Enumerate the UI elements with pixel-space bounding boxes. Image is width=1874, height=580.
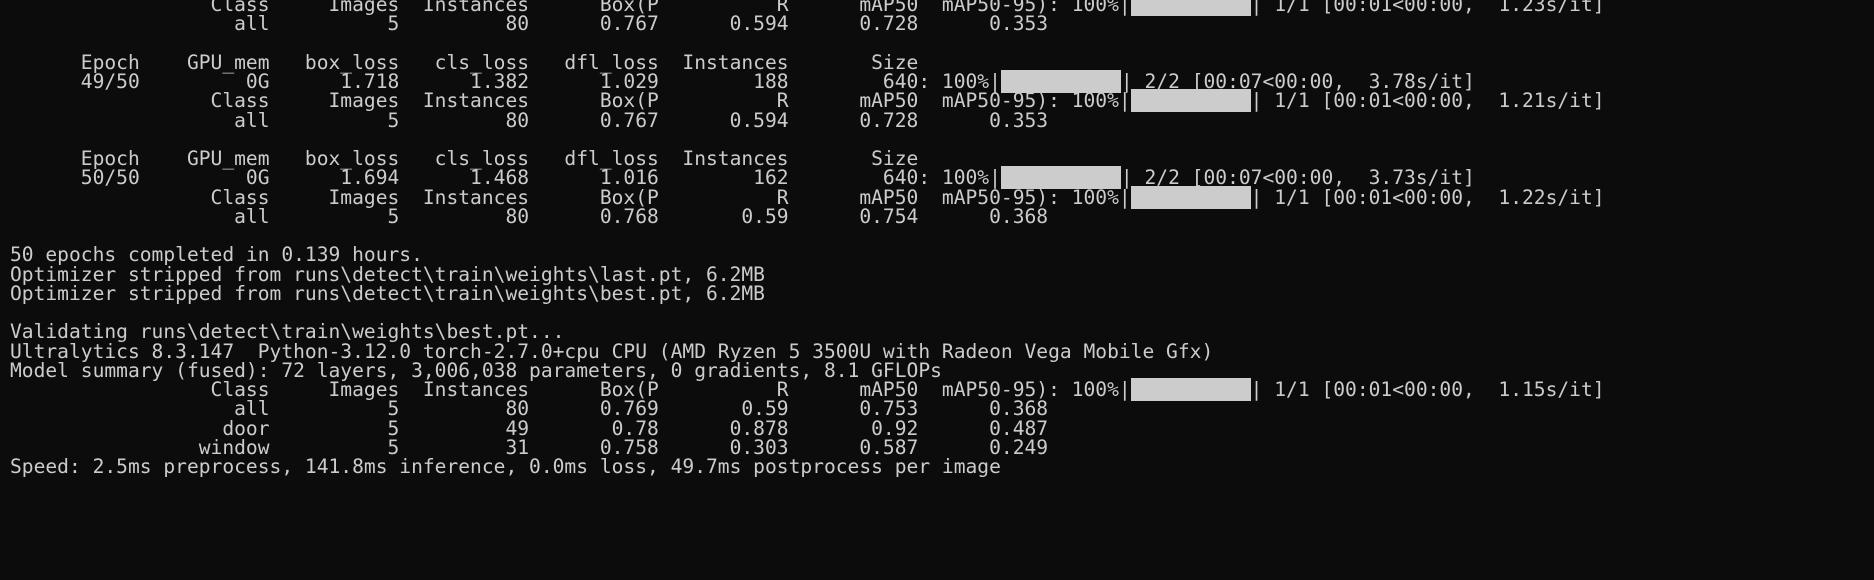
progress-bar: [1130, 378, 1251, 401]
progress-bar: [1130, 0, 1251, 16]
terminal-line: all 5 80 0.767 0.594 0.728 0.353: [10, 108, 1049, 132]
terminal-output[interactable]: Class Images Instances Box(P R mAP50 mAP…: [0, 0, 1874, 580]
progress-bar: [1130, 185, 1251, 209]
progress-suffix: | 1/1 [00:01<00:00, 1.15s/it]: [1250, 378, 1605, 401]
progress-suffix: | 1/1 [00:01<00:00, 1.22s/it]: [1250, 185, 1605, 209]
progress-suffix: | 1/1 [00:01<00:00, 1.23s/it]: [1250, 0, 1605, 16]
progress-bar: [1130, 89, 1251, 113]
progress-suffix: | 1/1 [00:01<00:00, 1.21s/it]: [1250, 89, 1605, 113]
terminal-line: all 5 80 0.768 0.59 0.754 0.368: [10, 204, 1049, 228]
terminal-line: all 5 80 0.767 0.594 0.728 0.353: [10, 12, 1049, 36]
terminal-line: Optimizer stripped from runs\detect\trai…: [10, 281, 765, 305]
terminal-line: Speed: 2.5ms preprocess, 141.8ms inferen…: [10, 455, 1001, 478]
